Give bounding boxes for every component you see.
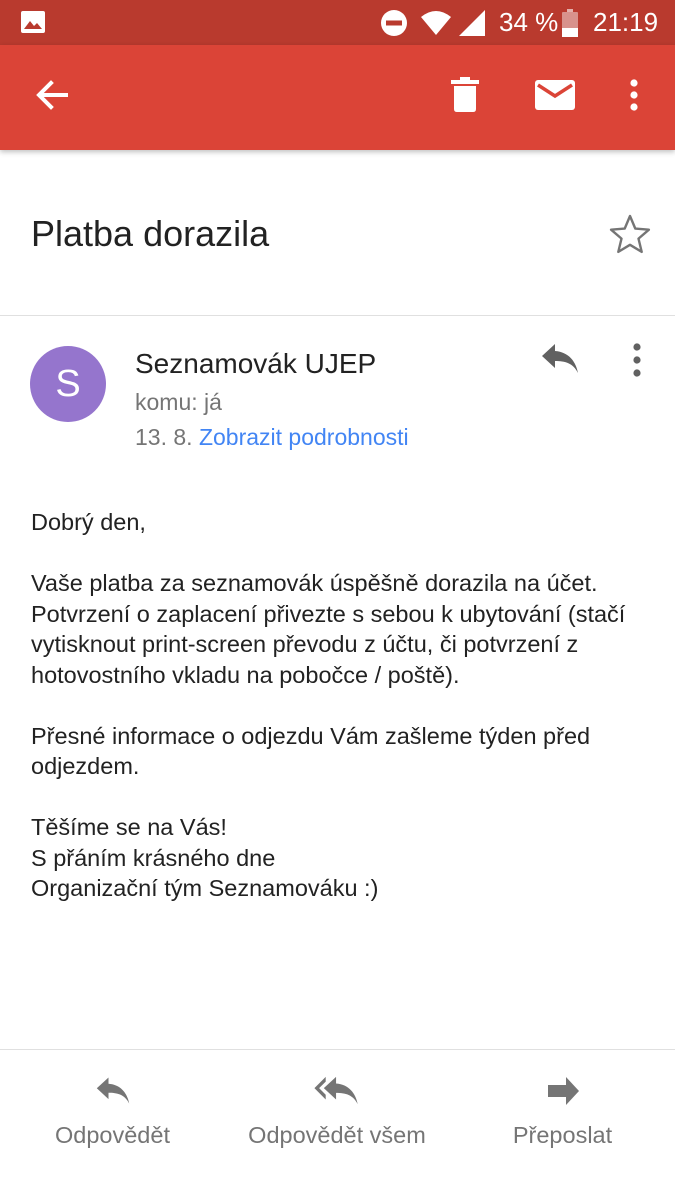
reply-all-label: Odpovědět všem [248, 1122, 426, 1148]
back-button[interactable] [22, 45, 82, 150]
body-closing: Těšíme se na Vás! [31, 814, 227, 840]
bottom-reply-button[interactable]: Odpovědět [40, 1075, 185, 1175]
delete-icon [451, 77, 479, 118]
battery-icon [562, 9, 578, 42]
body-paragraph: Přesné informace o odjezdu Vám zašleme t… [31, 722, 591, 780]
back-arrow-icon [35, 80, 69, 115]
reply-button[interactable] [540, 342, 586, 384]
overflow-menu-button[interactable] [612, 45, 656, 150]
body-signature: Organizační tým Seznamováku :) [31, 875, 379, 901]
message-overflow-button[interactable] [620, 340, 654, 384]
wifi-icon [420, 10, 452, 41]
mark-unread-icon [535, 80, 575, 115]
sender-avatar[interactable]: S [30, 346, 106, 422]
battery-percent: 34 % [499, 7, 559, 37]
do-not-disturb-icon [380, 9, 408, 42]
reply-icon [540, 344, 580, 380]
star-icon [606, 214, 654, 262]
status-bar: 34 % 21:19 [0, 0, 675, 45]
forward-icon [546, 1075, 580, 1112]
cell-signal-icon [458, 9, 486, 42]
more-vert-icon [620, 343, 654, 377]
date-line: 13. 8. Zobrazit podrobnosti [135, 420, 409, 454]
divider [0, 315, 675, 316]
body-greeting: Dobrý den, [31, 509, 146, 535]
bottom-reply-all-button[interactable]: Odpovědět všem [232, 1075, 442, 1175]
bottom-forward-button[interactable]: Přeposlat [495, 1075, 630, 1175]
body-paragraph: Vaše platba za seznamovák úspěšně dorazi… [31, 570, 626, 688]
body-closing: S přáním krásného dne [31, 844, 276, 871]
image-notification-icon [20, 10, 46, 39]
reply-label: Odpovědět [55, 1122, 170, 1148]
reply-icon [95, 1075, 131, 1112]
email-subject: Platba dorazila [31, 213, 270, 254]
email-date: 13. 8. [135, 424, 193, 450]
app-bar [0, 45, 675, 150]
subject-area: Platba dorazila [0, 150, 675, 316]
clock: 21:19 [593, 7, 659, 37]
star-button[interactable] [606, 210, 654, 258]
reply-all-icon [313, 1075, 361, 1112]
show-details-link[interactable]: Zobrazit podrobnosti [199, 424, 409, 450]
divider [0, 1049, 675, 1050]
forward-label: Přeposlat [512, 1122, 613, 1148]
delete-button[interactable] [440, 45, 490, 150]
more-vert-icon [630, 79, 638, 116]
email-body: Dobrý den, Vaše platba za seznamovák úsp… [31, 507, 651, 904]
mark-unread-button[interactable] [530, 45, 580, 150]
recipient-line: komu: já [135, 389, 222, 415]
sender-name: Seznamovák UJEP [135, 348, 377, 379]
